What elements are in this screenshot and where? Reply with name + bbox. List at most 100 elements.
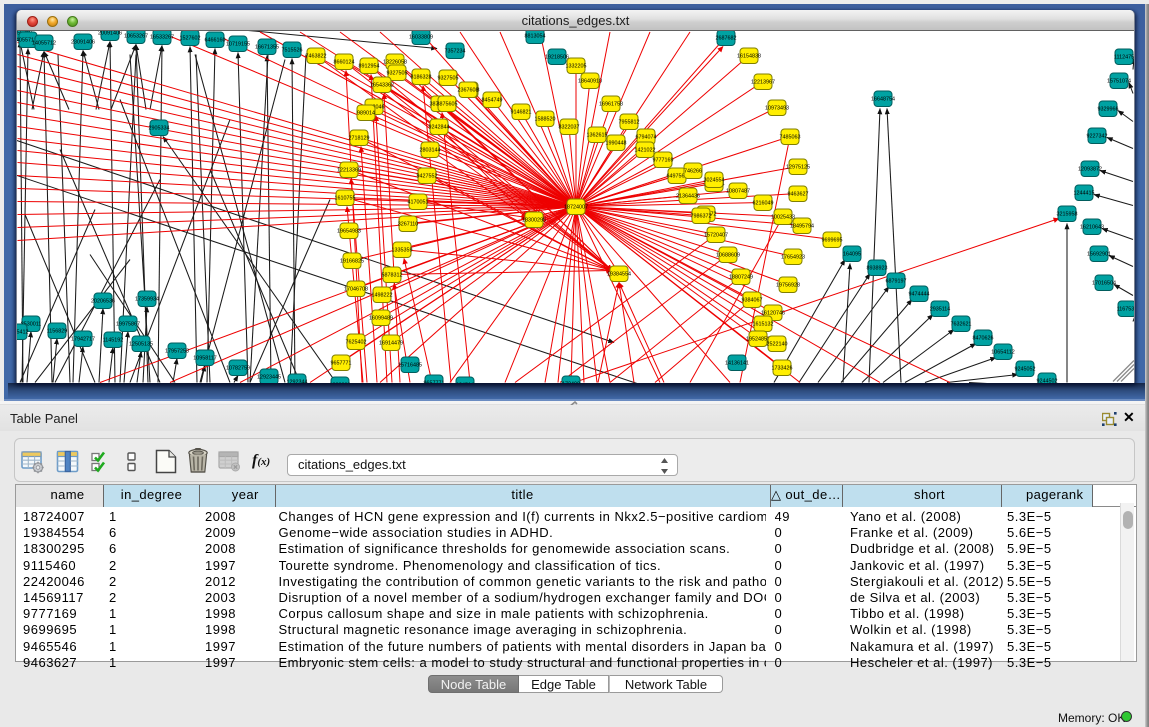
svg-text:9427552: 9427552: [417, 173, 438, 179]
svg-text:1292344: 1292344: [287, 379, 308, 383]
svg-text:19384554: 19384554: [607, 271, 631, 277]
svg-text:17654923: 17654923: [781, 254, 805, 260]
svg-text:3024554: 3024554: [704, 177, 725, 183]
svg-text:9227342: 9227342: [1087, 133, 1108, 139]
svg-text:104514: 104514: [456, 382, 474, 383]
svg-text:9244502: 9244502: [1037, 378, 1058, 383]
svg-text:1527602: 1527602: [180, 35, 201, 41]
svg-text:15720407: 15720407: [704, 232, 728, 238]
svg-text:8470626: 8470626: [973, 335, 994, 341]
svg-text:15716485: 15716485: [398, 362, 422, 368]
svg-text:1588520: 1588520: [535, 116, 556, 122]
svg-text:16671355: 16671355: [255, 44, 279, 50]
svg-text:164095: 164095: [843, 251, 861, 257]
svg-text:1421022: 1421022: [635, 147, 656, 153]
svg-text:1610755: 1610755: [335, 195, 356, 201]
svg-text:14055712: 14055712: [32, 40, 56, 46]
svg-text:9327505: 9327505: [438, 75, 459, 81]
svg-text:8660124: 8660124: [334, 59, 355, 65]
svg-text:1733426: 1733426: [772, 365, 793, 371]
svg-text:2803144: 2803144: [420, 147, 441, 153]
svg-text:4170051: 4170051: [408, 199, 429, 205]
svg-text:16533267: 16533267: [150, 34, 174, 40]
svg-text:19654983: 19654983: [337, 228, 361, 234]
svg-text:13226058: 13226058: [383, 59, 407, 65]
svg-text:746266: 746266: [684, 168, 702, 174]
svg-text:12213967: 12213967: [751, 79, 775, 85]
svg-text:172400: 172400: [562, 381, 580, 383]
svg-text:16961758: 16961758: [599, 101, 623, 107]
svg-text:10973493: 10973493: [765, 105, 789, 111]
svg-text:3267110: 3267110: [398, 221, 419, 227]
svg-text:7955812: 7955812: [619, 119, 640, 125]
svg-text:6216049: 6216049: [753, 200, 774, 206]
svg-text:14136141: 14136141: [725, 360, 749, 366]
svg-text:12505135: 12505135: [129, 341, 153, 347]
svg-text:1615132: 1615132: [753, 321, 774, 327]
svg-text:16648754: 16648754: [871, 96, 895, 102]
svg-text:12213369: 12213369: [337, 167, 361, 173]
svg-text:1033809: 1033809: [330, 382, 351, 383]
svg-text:1362615: 1362615: [587, 132, 608, 138]
svg-text:8186328: 8186328: [411, 74, 432, 80]
svg-text:9329966: 9329966: [1098, 106, 1119, 112]
svg-text:21364436: 21364436: [676, 193, 700, 199]
svg-text:9777169: 9777169: [653, 157, 674, 163]
svg-text:9245052: 9245052: [1015, 366, 1036, 372]
svg-text:9384067: 9384067: [742, 297, 763, 303]
svg-text:20206536: 20206536: [91, 298, 115, 304]
svg-text:2522140: 2522140: [767, 341, 788, 347]
svg-text:10719155: 10719155: [226, 41, 250, 47]
svg-text:9657771: 9657771: [424, 380, 445, 383]
svg-text:7463822: 7463822: [306, 53, 327, 59]
svg-text:15692901: 15692901: [1087, 251, 1111, 257]
svg-text:3875605: 3875605: [437, 101, 458, 107]
svg-text:10688609: 10688609: [716, 252, 740, 258]
svg-text:18807249: 18807249: [729, 274, 753, 280]
svg-text:9474444: 9474444: [909, 291, 930, 297]
svg-text:20091406: 20091406: [98, 31, 122, 36]
svg-text:6466160: 6466160: [205, 37, 226, 43]
svg-text:17942717: 17942717: [71, 336, 95, 342]
svg-text:17957253: 17957253: [165, 348, 189, 354]
svg-text:12923445: 12923445: [257, 374, 281, 380]
svg-text:18300295: 18300295: [522, 217, 546, 223]
svg-text:23091406: 23091406: [71, 39, 95, 45]
svg-text:9242844: 9242844: [429, 124, 450, 130]
svg-text:9146821: 9146821: [511, 109, 532, 115]
svg-text:17016504: 17016504: [1092, 280, 1116, 286]
svg-text:19975867: 19975867: [116, 321, 140, 327]
svg-text:1156829: 1156829: [47, 328, 68, 334]
svg-text:1332205: 1332205: [566, 63, 587, 69]
svg-text:6879197: 6879197: [886, 278, 907, 284]
svg-text:1244415: 1244415: [1074, 190, 1095, 196]
svg-text:2687682: 2687682: [716, 35, 737, 41]
svg-text:989014: 989014: [357, 110, 375, 116]
svg-text:2718129: 2718129: [349, 135, 370, 141]
svg-text:8813054: 8813054: [525, 33, 546, 39]
svg-text:7357234: 7357234: [445, 48, 466, 54]
svg-text:9657771: 9657771: [331, 360, 352, 366]
svg-text:10958117: 10958117: [193, 355, 217, 361]
svg-text:7632621: 7632621: [951, 321, 972, 327]
svg-text:7485063: 7485063: [780, 134, 801, 140]
svg-text:10807487: 10807487: [726, 188, 750, 194]
svg-text:16120746: 16120746: [761, 310, 785, 316]
svg-text:19166825: 19166825: [340, 258, 364, 264]
svg-text:8912954: 8912954: [359, 63, 380, 69]
svg-text:2905334: 2905334: [149, 125, 170, 131]
svg-text:16154838: 16154838: [737, 53, 761, 59]
svg-text:8454749: 8454749: [482, 97, 503, 103]
svg-text:19756928: 19756928: [776, 282, 800, 288]
svg-text:12975125: 12975125: [786, 164, 810, 170]
svg-text:1335359: 1335359: [392, 247, 413, 253]
svg-text:16099489: 16099489: [369, 315, 393, 321]
svg-text:19218506: 19218506: [545, 54, 569, 60]
svg-text:2935114: 2935114: [930, 306, 951, 312]
svg-text:1112475: 1112475: [1114, 54, 1134, 60]
svg-text:6794074: 6794074: [636, 134, 657, 140]
svg-text:18640910: 18640910: [578, 78, 602, 84]
svg-text:1990448: 1990448: [606, 140, 627, 146]
svg-text:9463627: 9463627: [788, 191, 809, 197]
svg-text:10025433: 10025433: [771, 214, 795, 220]
